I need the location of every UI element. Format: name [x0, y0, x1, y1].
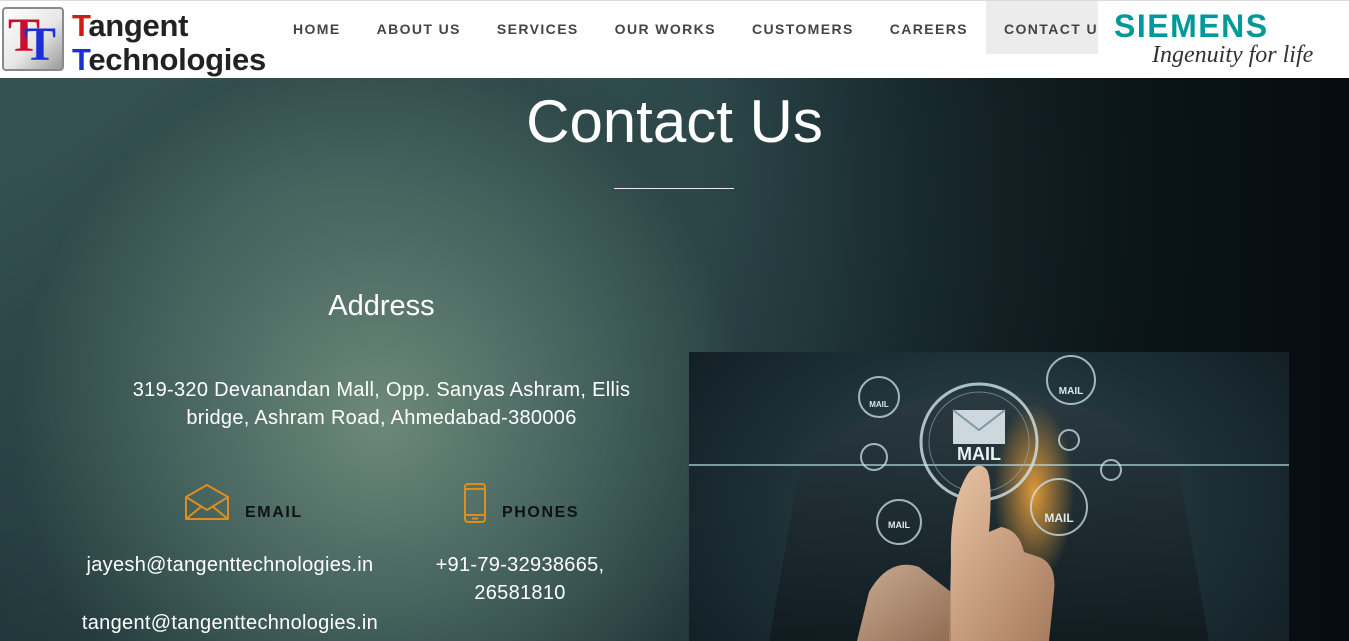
mail-badge-top-right: MAIL — [1059, 386, 1083, 397]
mail-badge-upper-left: MAIL — [869, 400, 889, 409]
email-label: EMAIL — [245, 504, 303, 521]
address-text: 319-320 Devanandan Mall, Opp. Sanyas Ash… — [132, 379, 631, 429]
phone-number-1: +91-79-32938665, — [435, 554, 605, 576]
site-header: T T Tangent Technologies HOME ABOUT US S… — [0, 0, 1349, 79]
logo-line-2: Technologies — [72, 42, 266, 77]
siemens-wordmark: SIEMENS — [1114, 8, 1269, 44]
nav-services[interactable]: SERVICES — [479, 1, 597, 54]
nav-home[interactable]: HOME — [272, 1, 359, 54]
email-link-jayesh[interactable]: jayesh@tangenttechnologies.in — [60, 551, 400, 579]
tangent-logo[interactable]: T T Tangent Technologies — [0, 3, 280, 77]
siemens-logo[interactable]: SIEMENS Ingenuity for life — [1098, 1, 1349, 78]
nav-careers[interactable]: CAREERS — [872, 1, 986, 54]
page-title: Contact Us — [526, 88, 823, 155]
nav-about-us[interactable]: ABOUT US — [359, 1, 479, 54]
main-nav: HOME ABOUT US SERVICES OUR WORKS CUSTOME… — [272, 1, 1127, 54]
mail-badge-main: MAIL — [957, 444, 1001, 464]
nav-our-works[interactable]: OUR WORKS — [597, 1, 734, 54]
logo-line-1-rest: angent — [88, 8, 189, 43]
mobile-phone-icon — [464, 483, 486, 523]
nav-customers[interactable]: CUSTOMERS — [734, 1, 872, 54]
envelope-icon — [185, 484, 229, 520]
phones-label: PHONES — [502, 504, 580, 521]
mail-badge-right: MAIL — [1044, 511, 1073, 525]
mail-illustration: MAIL MAIL MAIL MAIL MAIL — [689, 352, 1289, 641]
phone-number-2: 26581810 — [474, 582, 566, 604]
contact-hero: Contact Us Address 319-320 Devanandan Ma… — [0, 78, 1349, 641]
logo-line-2-rest: echnologies — [88, 42, 266, 77]
siemens-tagline: Ingenuity for life — [1152, 42, 1314, 68]
email-link-tangent[interactable]: tangent@tangenttechnologies.in — [60, 609, 400, 637]
logo-mark: T T — [2, 7, 64, 71]
logo-line-1: Tangent — [72, 8, 189, 43]
title-divider — [614, 188, 734, 189]
address-heading: Address — [328, 290, 435, 322]
mail-illustration-graphic: MAIL MAIL MAIL MAIL MAIL — [689, 355, 1289, 641]
mail-badge-left: MAIL — [888, 520, 910, 530]
